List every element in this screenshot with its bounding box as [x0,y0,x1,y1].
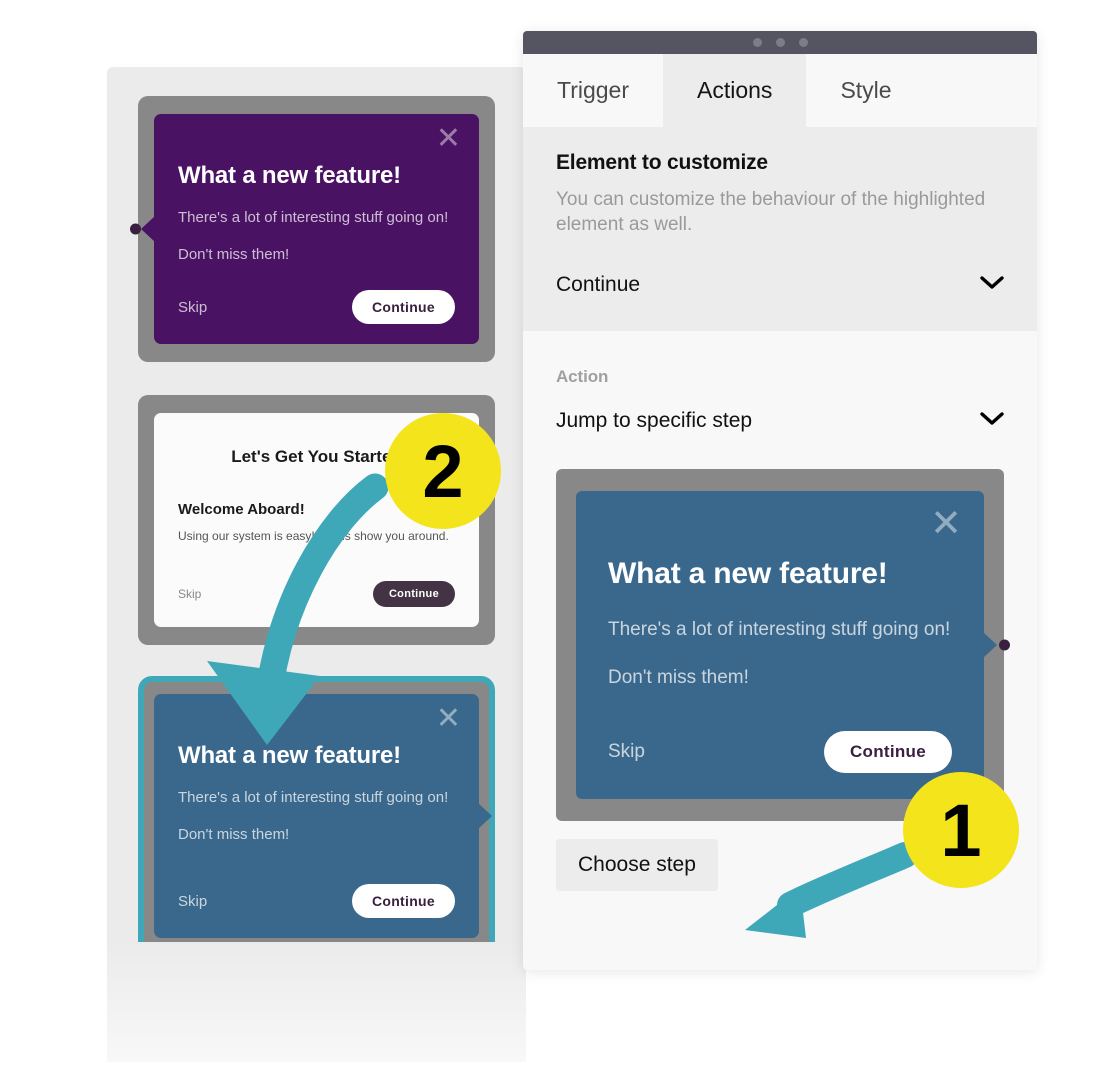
step-1-footer: Skip Continue [178,290,455,324]
step-card-3-selected[interactable]: ✕ What a new feature! There's a lot of i… [138,676,495,956]
step-2-paragraph: Using our system is easy! Let us show yo… [178,529,449,543]
preview-tooltip: ✕ What a new feature! There's a lot of i… [576,491,1010,800]
choose-step-button[interactable]: Choose step [556,839,718,892]
close-icon[interactable]: ✕ [436,704,461,734]
step-3-title: What a new feature! [178,742,401,769]
step-3-skip-link[interactable]: Skip [178,893,207,910]
tab-style[interactable]: Style [806,54,925,127]
action-section: Action Jump to specific step ✕ What a ne… [523,331,1037,892]
preview-continue-button[interactable]: Continue [823,731,952,774]
step-1-body-line2: Don't miss them! [178,246,290,264]
step-1-continue-button[interactable]: Continue [351,290,455,324]
preview-footer: Skip Continue [608,731,952,774]
tab-bar: Trigger Actions Style [523,54,1037,127]
preview-title: What a new feature! [608,557,888,591]
window-titlebar [523,31,1037,54]
editor-panel: Trigger Actions Style Element to customi… [523,31,1037,970]
step-card-1[interactable]: ✕ What a new feature! There's a lot of i… [130,96,495,362]
step-3-tooltip: ✕ What a new feature! There's a lot of i… [154,694,492,938]
element-select[interactable]: Continue [556,273,1004,297]
preview-skip-link[interactable]: Skip [608,741,645,763]
steps-panel: ✕ What a new feature! There's a lot of i… [107,67,526,1062]
chevron-down-icon [980,275,1004,295]
tab-trigger[interactable]: Trigger [523,54,663,127]
step-1-body-line1: There's a lot of interesting stuff going… [178,209,449,226]
step-1-title: What a new feature! [178,162,401,189]
preview-body-line1: There's a lot of interesting stuff going… [608,619,951,641]
tooltip-pointer-icon [141,216,155,242]
chevron-down-icon [980,411,1004,431]
tab-actions[interactable]: Actions [663,54,807,127]
action-label: Action [556,367,609,387]
tooltip-pointer-icon [478,803,492,829]
step-1-skip-link[interactable]: Skip [178,299,207,316]
tooltip-pointer-icon [983,632,997,659]
section-description: You can customize the behaviour of the h… [556,189,986,236]
action-select-value: Jump to specific step [556,409,753,433]
close-icon[interactable]: ✕ [436,124,461,154]
step-2-heading: Let's Get You Started [231,447,402,466]
anchor-dot-icon [130,223,141,235]
element-select-value: Continue [556,273,641,297]
panel-bottom-fade [107,942,526,1062]
step-2-footer: Skip Continue [178,581,455,607]
anchor-dot-icon [999,639,1010,651]
step-3-body-line2: Don't miss them! [178,826,290,844]
close-icon[interactable]: ✕ [930,505,962,543]
step-3-body-line1: There's a lot of interesting stuff going… [178,789,449,806]
step-2-subheading: Welcome Aboard! [178,501,305,518]
section-title: Element to customize [556,151,768,174]
step-2-modal: Let's Get You Started Welcome Aboard! Us… [154,413,479,627]
step-2-skip-link[interactable]: Skip [178,587,201,601]
action-select[interactable]: Jump to specific step [556,409,1004,433]
step-card-2[interactable]: Let's Get You Started Welcome Aboard! Us… [138,395,495,645]
step-3-continue-button[interactable]: Continue [351,884,455,918]
window-dot-icon [798,38,808,47]
step-preview-wrapper: ✕ What a new feature! There's a lot of i… [556,469,1010,892]
step-preview-card[interactable]: ✕ What a new feature! There's a lot of i… [556,469,1010,822]
step-2-continue-button[interactable]: Continue [372,581,455,607]
preview-body-line2: Don't miss them! [608,666,749,688]
window-dot-icon [752,38,762,47]
step-1-tooltip: ✕ What a new feature! There's a lot of i… [130,114,479,344]
element-to-customize-section: Element to customize You can customize t… [523,127,1037,332]
window-dot-icon [775,38,785,47]
step-3-footer: Skip Continue [178,884,455,918]
